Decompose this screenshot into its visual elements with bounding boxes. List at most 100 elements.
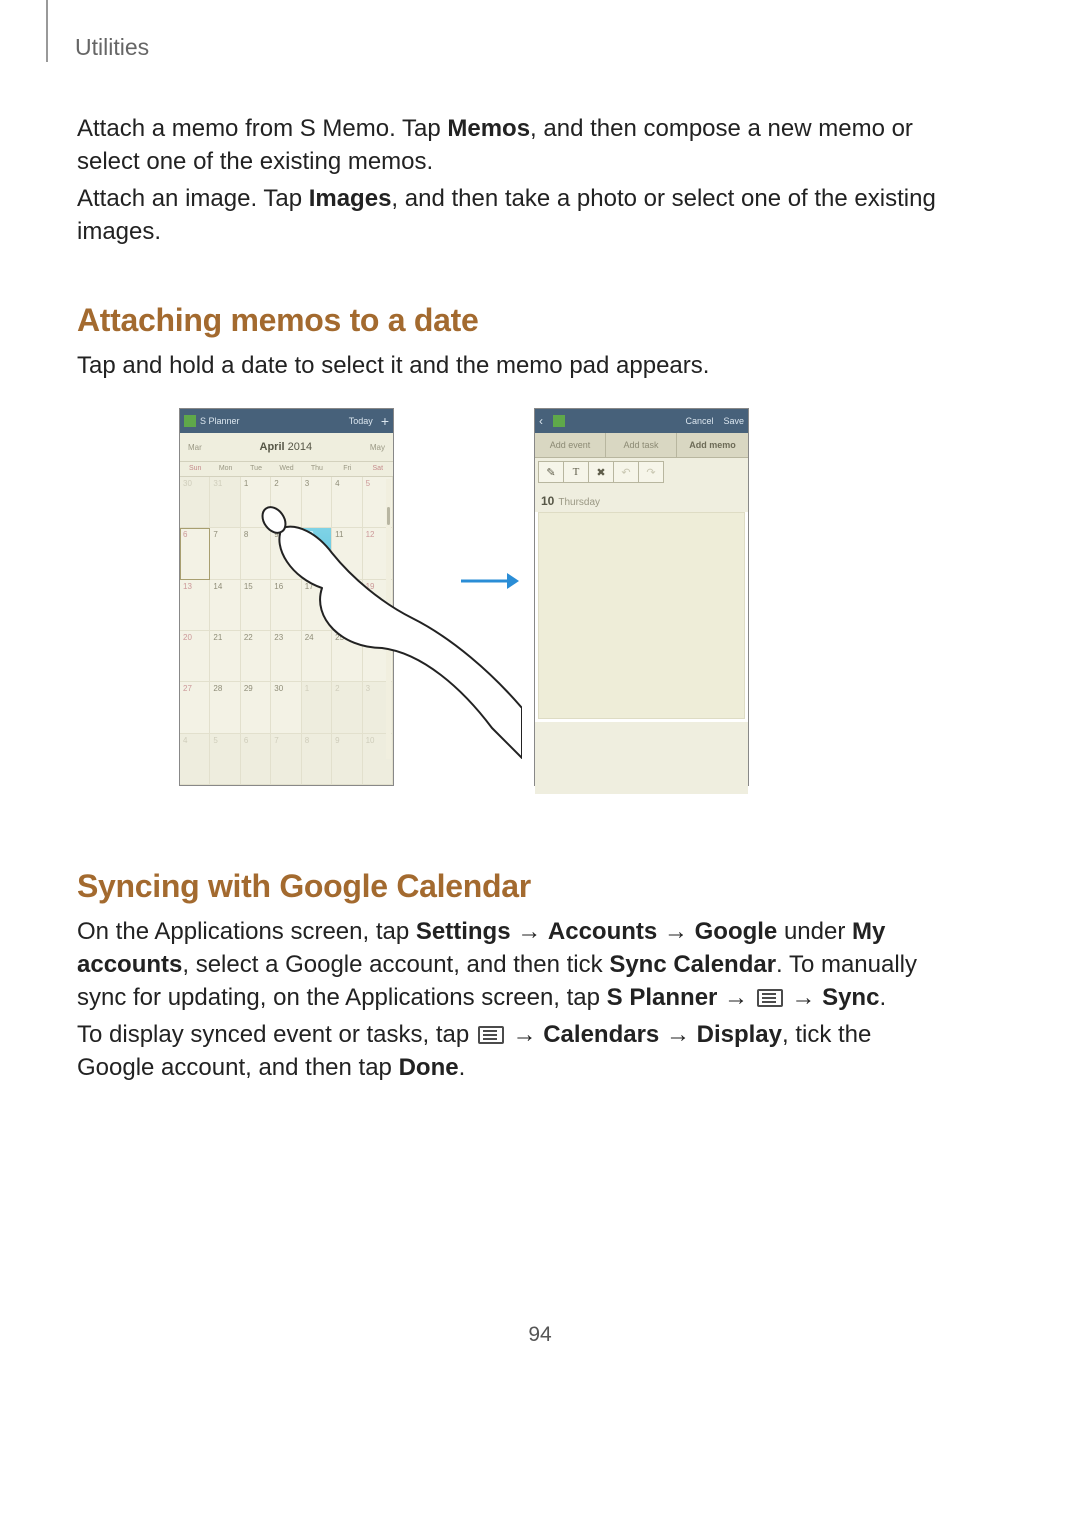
calendar-cell[interactable]: 30 bbox=[271, 682, 301, 733]
memo-toolbar: ✎ T ✖ ↶ ↷ bbox=[535, 458, 748, 490]
app-icon bbox=[184, 415, 196, 427]
scrollbar[interactable] bbox=[386, 479, 391, 759]
page-number: 94 bbox=[0, 1323, 1080, 1347]
figure-row: S Planner Today + Mar April 2014 May Sun… bbox=[77, 408, 947, 808]
text: On the Applications screen, tap bbox=[77, 918, 416, 945]
calendar-cell[interactable]: 14 bbox=[210, 580, 240, 631]
calendar-cell[interactable]: 29 bbox=[241, 682, 271, 733]
content-column: Attach a memo from S Memo. Tap Memos, an… bbox=[77, 112, 947, 1088]
calendar-cell[interactable]: 28 bbox=[210, 682, 240, 733]
calendar-cell[interactable]: 18 bbox=[332, 580, 362, 631]
calendar-cell[interactable]: 7 bbox=[210, 528, 240, 579]
memo-footer bbox=[535, 722, 748, 794]
bold-accounts: Accounts bbox=[548, 918, 657, 945]
calendar-cell[interactable]: 22 bbox=[241, 631, 271, 682]
heading-attaching-memos: Attaching memos to a date bbox=[77, 302, 947, 339]
text-arrow: → bbox=[659, 1021, 696, 1048]
calendar-cell[interactable]: 21 bbox=[210, 631, 240, 682]
screenshot-memo: ‹ Cancel Save Add event Add task Add mem… bbox=[534, 408, 749, 786]
text-arrow: → bbox=[717, 984, 754, 1011]
bold-display: Display bbox=[697, 1021, 782, 1048]
calendar-cell[interactable]: 2 bbox=[332, 682, 362, 733]
calendar-cell[interactable]: 30 bbox=[180, 477, 210, 528]
add-button[interactable]: + bbox=[381, 414, 389, 428]
tab-add-event[interactable]: Add event bbox=[535, 433, 606, 457]
calendar-cell[interactable]: 5 bbox=[210, 734, 240, 785]
bold-images: Images bbox=[309, 185, 392, 212]
bold-settings: Settings bbox=[416, 918, 511, 945]
pen-tool-icon[interactable]: ✎ bbox=[538, 461, 564, 483]
text: . bbox=[879, 984, 886, 1011]
screenshot-calendar: S Planner Today + Mar April 2014 May Sun… bbox=[179, 408, 394, 786]
bold-sync: Sync bbox=[822, 984, 879, 1011]
calendar-cell[interactable]: 6 bbox=[241, 734, 271, 785]
dow-mon: Mon bbox=[210, 462, 240, 476]
text-tool-icon[interactable]: T bbox=[564, 461, 589, 483]
calendar-cell[interactable]: 4 bbox=[332, 477, 362, 528]
memo-day: 10 bbox=[541, 494, 554, 508]
heading-syncing: Syncing with Google Calendar bbox=[77, 868, 947, 905]
tab-add-memo[interactable]: Add memo bbox=[677, 433, 748, 457]
calendar-cell[interactable]: 1 bbox=[241, 477, 271, 528]
calendar-cell[interactable]: 27 bbox=[180, 682, 210, 733]
text-arrow: → bbox=[785, 984, 822, 1011]
calendar-cell[interactable]: 20 bbox=[180, 631, 210, 682]
memo-titlebar: ‹ Cancel Save bbox=[535, 409, 748, 433]
calendar-cell[interactable]: 25 bbox=[332, 631, 362, 682]
bold-sync-calendar: Sync Calendar bbox=[609, 951, 776, 978]
calendar-cell[interactable]: 2 bbox=[271, 477, 301, 528]
memo-dow: Thursday bbox=[558, 497, 600, 508]
calendar-cell[interactable]: 13 bbox=[180, 580, 210, 631]
calendar-cell[interactable]: 8 bbox=[302, 734, 332, 785]
calendar-cell[interactable]: 17 bbox=[302, 580, 332, 631]
text: Attach a memo from S Memo. Tap bbox=[77, 115, 447, 142]
calendar-cell[interactable]: 1 bbox=[302, 682, 332, 733]
undo-icon[interactable]: ↶ bbox=[614, 461, 639, 483]
calendar-cell[interactable]: 8 bbox=[241, 528, 271, 579]
calendar-cell[interactable]: 9 bbox=[332, 734, 362, 785]
calendar-month-nav: Mar April 2014 May bbox=[180, 433, 393, 462]
dow-sat: Sat bbox=[363, 462, 393, 476]
calendar-cell[interactable]: 24 bbox=[302, 631, 332, 682]
calendar-cell[interactable]: 10 bbox=[302, 528, 332, 579]
cancel-button[interactable]: Cancel bbox=[685, 416, 713, 426]
dow-tue: Tue bbox=[241, 462, 271, 476]
calendar-cell[interactable]: 31 bbox=[210, 477, 240, 528]
back-button[interactable]: ‹ bbox=[539, 414, 549, 428]
text: , select a Google account, and then tick bbox=[182, 951, 609, 978]
calendar-cell[interactable]: 9 bbox=[271, 528, 301, 579]
prev-month[interactable]: Mar bbox=[188, 443, 202, 452]
text-arrow: → bbox=[506, 1021, 543, 1048]
calendar-cell[interactable]: 4 bbox=[180, 734, 210, 785]
calendar-cell[interactable]: 15 bbox=[241, 580, 271, 631]
text-arrow: → bbox=[511, 918, 548, 945]
current-month: April 2014 bbox=[260, 441, 313, 453]
arrow-icon bbox=[459, 566, 519, 596]
tab-add-task[interactable]: Add task bbox=[606, 433, 677, 457]
redo-icon[interactable]: ↷ bbox=[639, 461, 664, 483]
next-month[interactable]: May bbox=[370, 443, 385, 452]
calendar-cell[interactable]: 23 bbox=[271, 631, 301, 682]
menu-icon bbox=[757, 989, 783, 1007]
s2-paragraph-1: On the Applications screen, tap Settings… bbox=[77, 915, 947, 1014]
menu-icon bbox=[478, 1026, 504, 1044]
s2-paragraph-2: To display synced event or tasks, tap → … bbox=[77, 1018, 947, 1084]
calendar-grid: 3031123456789101112131415161718192021222… bbox=[180, 477, 393, 785]
eraser-tool-icon[interactable]: ✖ bbox=[589, 461, 614, 483]
calendar-cell[interactable]: 3 bbox=[302, 477, 332, 528]
memo-canvas[interactable] bbox=[538, 512, 745, 719]
bold-google: Google bbox=[695, 918, 778, 945]
calendar-cell[interactable]: 7 bbox=[271, 734, 301, 785]
s1-paragraph: Tap and hold a date to select it and the… bbox=[77, 349, 947, 382]
month-label: April bbox=[260, 441, 285, 453]
dow-sun: Sun bbox=[180, 462, 210, 476]
text-arrow: → bbox=[657, 918, 694, 945]
calendar-cell[interactable]: 11 bbox=[332, 528, 362, 579]
calendar-cell[interactable]: 6 bbox=[180, 528, 210, 579]
today-button[interactable]: Today bbox=[349, 416, 373, 426]
calendar-cell[interactable]: 16 bbox=[271, 580, 301, 631]
save-button[interactable]: Save bbox=[723, 416, 744, 426]
intro-paragraph-1: Attach a memo from S Memo. Tap Memos, an… bbox=[77, 112, 947, 178]
app-title: S Planner bbox=[200, 416, 345, 426]
dow-fri: Fri bbox=[332, 462, 362, 476]
